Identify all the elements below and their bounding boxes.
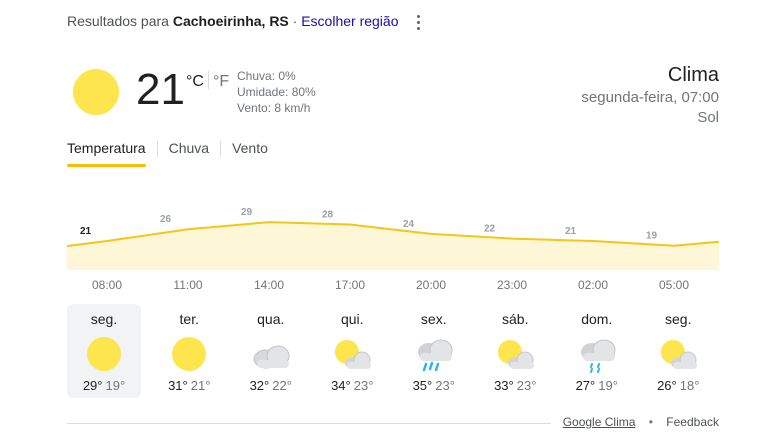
tab-rain[interactable]: Chuva	[169, 140, 209, 164]
max-temp: 26°	[657, 378, 677, 393]
day-name: sex.	[420, 311, 447, 327]
day-card[interactable]: ter. 31° 21°	[149, 304, 231, 398]
min-temp: 19°	[598, 378, 618, 393]
more-vert-icon[interactable]	[410, 10, 426, 34]
rain-chance: Chuva: 0%	[237, 69, 296, 83]
temperature-label: 28	[322, 209, 334, 220]
day-time: segunda-feira, 07:00	[581, 89, 719, 106]
day-card[interactable]: sáb. 33° 23°	[475, 304, 557, 398]
thunderstorm-icon	[412, 334, 456, 374]
day-name: ter.	[179, 311, 199, 327]
day-temperatures: 32° 22°	[230, 378, 312, 393]
chart-tabs: Temperatura Chuva Vento	[67, 140, 268, 167]
unit-fahrenheit[interactable]: °F	[213, 73, 229, 90]
max-temp: 33°	[494, 378, 514, 393]
tab-wind[interactable]: Vento	[232, 140, 268, 164]
feedback-link[interactable]: Feedback	[666, 415, 719, 429]
max-temp: 34°	[331, 378, 351, 393]
day-card[interactable]: seg. 26° 18°	[638, 304, 720, 398]
hour-label: 02:00	[577, 278, 609, 292]
day-name: dom.	[581, 311, 613, 327]
day-name: qui.	[340, 311, 364, 327]
hour-label: 11:00	[173, 278, 203, 292]
sun-icon	[73, 69, 119, 115]
min-temp: 18°	[679, 378, 700, 393]
temperature-label: 19	[646, 231, 658, 242]
partly-cloudy-icon	[330, 334, 374, 374]
hour-axis: 08:00 11:00 14:00 17:00 20:00 23:00 02:00 05:00	[67, 278, 719, 296]
location-separator: ·	[292, 13, 298, 29]
day-temperatures: 29° 19°	[67, 378, 141, 393]
location-name: Cachoeirinha, RS	[172, 13, 289, 29]
day-temperatures: 34° 23°	[312, 378, 394, 393]
min-temp: 22°	[272, 378, 292, 393]
hour-label: 20:00	[415, 278, 447, 292]
temperature-label: 22	[484, 224, 496, 235]
temperature-label: 21	[565, 226, 577, 237]
weather-header: Clima segunda-feira, 07:00 Sol	[581, 62, 719, 128]
day-name: sáb.	[502, 311, 529, 327]
min-temp: 23°	[435, 378, 455, 393]
sunny-icon	[167, 334, 211, 374]
unit-toggle: °C °F	[186, 71, 229, 91]
day-name: seg.	[665, 311, 692, 327]
day-card[interactable]: seg. 29° 19°	[67, 304, 141, 398]
day-card[interactable]: sex. 35° 23°	[393, 304, 475, 398]
hour-label: 17:00	[334, 278, 366, 292]
min-temp: 23°	[353, 378, 374, 393]
day-temperatures: 35° 23°	[393, 378, 475, 393]
temperature-label: 24	[403, 219, 415, 230]
min-temp: 19°	[105, 378, 126, 393]
weather-title: Clima	[667, 64, 719, 86]
day-temperatures: 31° 21°	[149, 378, 231, 393]
google-weather-link[interactable]: Google Clima	[563, 415, 636, 429]
cloudy-icon	[249, 334, 293, 374]
rain-showers-icon	[575, 334, 619, 374]
current-temperature: 21	[136, 65, 185, 114]
humidity: Umidade: 80%	[237, 85, 316, 99]
max-temp: 27°	[575, 378, 596, 393]
partly-cloudy-icon	[656, 334, 700, 374]
min-temp: 21°	[190, 378, 211, 393]
day-card[interactable]: qua. 32° 22°	[230, 304, 312, 398]
footer-separator: •	[648, 415, 653, 429]
hour-label: 08:00	[91, 278, 123, 292]
unit-celsius[interactable]: °C	[186, 73, 204, 90]
weather-details: Chuva: 0% Umidade: 80% Vento: 8 km/h	[237, 68, 316, 116]
location-bar: Resultados para Cachoeirinha, RS · Escol…	[67, 13, 399, 29]
results-prefix: Resultados para	[67, 13, 169, 29]
sunny-icon	[82, 334, 126, 374]
max-temp: 35°	[412, 378, 433, 393]
tab-temperature[interactable]: Temperatura	[67, 140, 146, 167]
footer-divider	[67, 423, 551, 424]
hour-label: 14:00	[253, 278, 285, 292]
max-temp: 29°	[82, 378, 103, 393]
day-name: qua.	[257, 311, 285, 327]
partly-cloudy-icon	[493, 334, 537, 374]
temperature-chart: 21 26 29 28 24 22 21 19	[67, 207, 719, 270]
temperature-label: 21	[80, 226, 92, 237]
max-temp: 31°	[168, 378, 188, 393]
footer: Google Clima • Feedback	[563, 415, 719, 429]
day-name: seg.	[90, 311, 118, 327]
condition: Sol	[697, 109, 719, 126]
day-temperatures: 26° 18°	[638, 378, 720, 393]
hour-label: 05:00	[658, 278, 690, 292]
max-temp: 32°	[249, 378, 270, 393]
day-card[interactable]: qui. 34° 23°	[312, 304, 394, 398]
day-temperatures: 33° 23°	[475, 378, 557, 393]
daily-forecast: seg. 29° 19° ter. 31° 21° qua. 32° 22° qui. 34° 23°…	[67, 304, 719, 398]
hour-label: 23:00	[496, 278, 528, 292]
day-card[interactable]: dom. 27° 19°	[556, 304, 638, 398]
temperature-label: 29	[241, 207, 253, 218]
temperature-label: 26	[160, 214, 172, 225]
wind-speed: Vento: 8 km/h	[237, 101, 311, 115]
day-temperatures: 27° 19°	[556, 378, 638, 393]
min-temp: 23°	[516, 378, 537, 393]
change-region-link[interactable]: Escolher região	[301, 13, 398, 29]
